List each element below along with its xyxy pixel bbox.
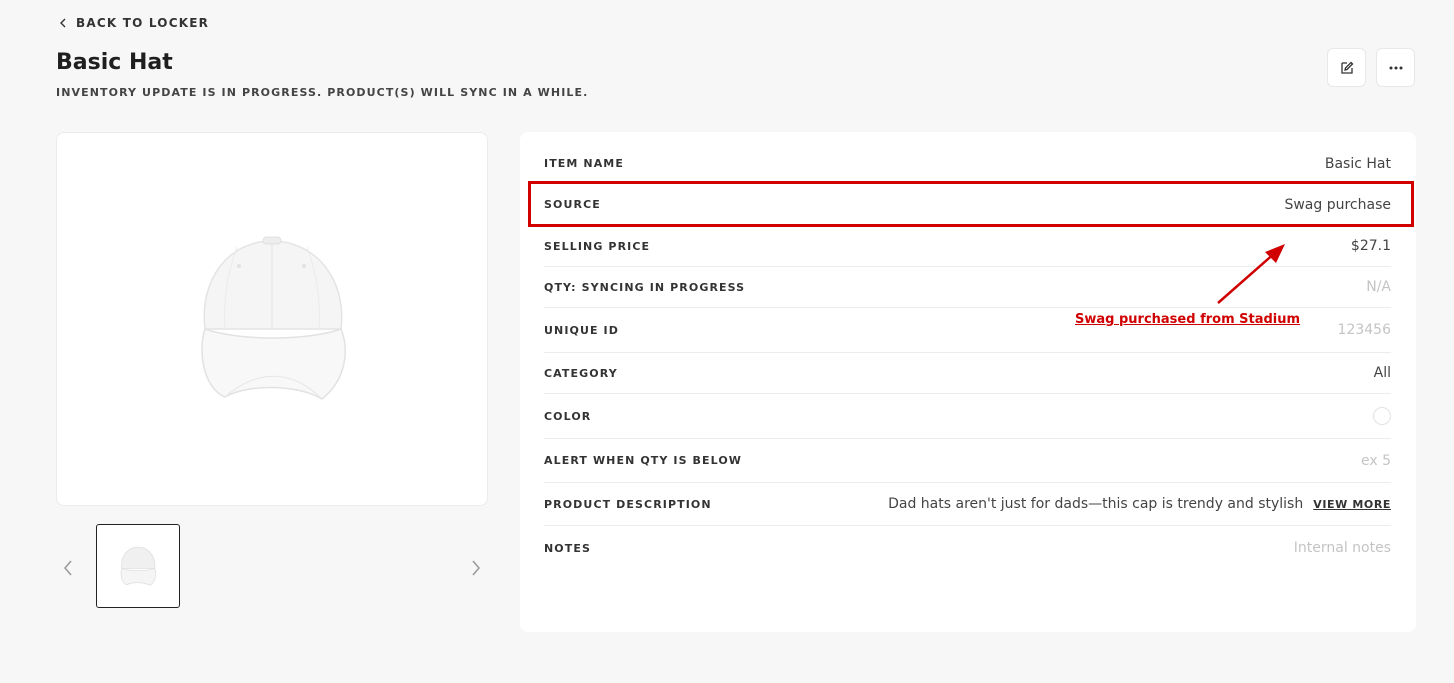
detail-row-color: COLOR <box>544 394 1391 439</box>
category-label: CATEGORY <box>544 366 618 380</box>
edit-icon <box>1340 61 1353 74</box>
chevron-left-icon <box>60 18 66 28</box>
thumbnail-image <box>120 546 157 586</box>
page-title: Basic Hat <box>56 50 173 75</box>
gallery-next-button[interactable] <box>466 558 486 578</box>
more-options-button[interactable] <box>1376 48 1415 87</box>
detail-row-item-name: ITEM NAME Basic Hat <box>544 144 1391 184</box>
annotation-label: Swag purchased from Stadium <box>1075 312 1301 327</box>
detail-row-description: PRODUCT DESCRIPTION Dad hats aren't just… <box>544 483 1391 526</box>
source-label: SOURCE <box>544 198 601 211</box>
sync-status-message: INVENTORY UPDATE IS IN PROGRESS. PRODUCT… <box>56 86 589 99</box>
item-name-label: ITEM NAME <box>544 157 624 170</box>
edit-button[interactable] <box>1327 48 1366 87</box>
product-details-panel: ITEM NAME Basic Hat SOURCE Swag purchase… <box>520 132 1416 632</box>
detail-row-qty: QTY: SYNCING IN PROGRESS N/A <box>544 267 1391 308</box>
gallery-prev-button[interactable] <box>58 558 78 578</box>
detail-row-source: SOURCE Swag purchase <box>544 184 1391 226</box>
product-image <box>201 236 346 400</box>
qty-value: N/A <box>1366 279 1391 295</box>
item-name-value: Basic Hat <box>1324 155 1391 172</box>
back-to-locker-link[interactable]: BACK TO LOCKER <box>58 16 209 30</box>
source-value: Swag purchase <box>1284 196 1391 213</box>
alert-qty-label: ALERT WHEN QTY IS BELOW <box>544 454 743 467</box>
product-image-panel <box>56 132 488 506</box>
view-more-link[interactable]: VIEW MORE <box>1313 498 1391 511</box>
description-value-group: Dad hats aren't just for dads—this cap i… <box>888 496 1391 512</box>
color-swatch <box>1373 407 1391 425</box>
description-label: PRODUCT DESCRIPTION <box>544 497 712 511</box>
unique-id-input[interactable]: 123456 <box>1338 322 1391 338</box>
detail-row-alert-qty[interactable]: ALERT WHEN QTY IS BELOW ex 5 <box>544 439 1391 483</box>
description-text: Dad hats aren't just for dads—this cap i… <box>888 496 1304 512</box>
alert-qty-input[interactable]: ex 5 <box>1361 453 1391 469</box>
category-value: All <box>1373 365 1391 381</box>
detail-row-category: CATEGORY All <box>544 353 1391 394</box>
unique-id-label: UNIQUE ID <box>544 323 619 337</box>
chevron-left-icon <box>64 560 72 576</box>
back-link-label: BACK TO LOCKER <box>76 16 210 30</box>
chevron-right-icon <box>472 560 480 576</box>
more-horizontal-icon <box>1389 66 1402 69</box>
gallery-thumbnail[interactable] <box>96 524 180 608</box>
detail-row-notes[interactable]: NOTES Internal notes <box>544 526 1391 570</box>
notes-input[interactable]: Internal notes <box>1294 540 1391 556</box>
qty-label: QTY: SYNCING IN PROGRESS <box>544 280 746 294</box>
detail-row-selling-price: SELLING PRICE $27.1 <box>544 226 1391 267</box>
notes-label: NOTES <box>544 541 591 555</box>
selling-price-value: $27.1 <box>1350 238 1391 254</box>
color-label: COLOR <box>544 409 592 423</box>
selling-price-label: SELLING PRICE <box>544 239 651 253</box>
